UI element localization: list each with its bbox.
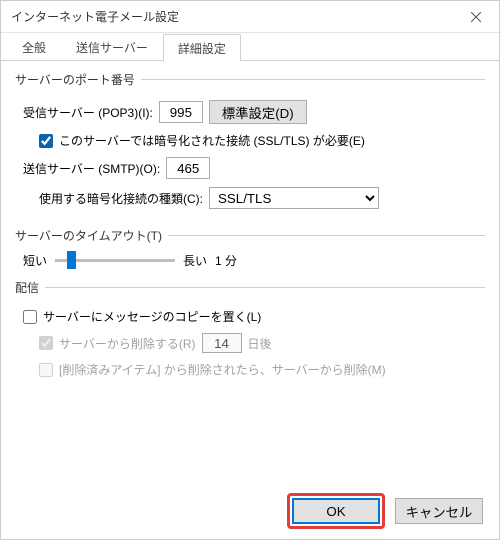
ok-highlight: OK [287,493,385,529]
button-bar: OK キャンセル [1,483,499,539]
dialog-window: インターネット電子メール設定 全般 送信サーバー 詳細設定 サーバーのポート番号… [0,0,500,540]
restore-defaults-button[interactable]: 標準設定(D) [209,100,307,124]
group-server-ports: サーバーのポート番号 受信サーバー (POP3)(I): 標準設定(D) このサ… [15,71,485,217]
group-timeout-legend: サーバーのタイムアウト(T) [15,227,168,244]
group-server-ports-legend: サーバーのポート番号 [15,71,141,88]
incoming-port-label: 受信サーバー (POP3)(I): [23,104,153,121]
window-title: インターネット電子メール設定 [11,8,453,25]
remove-after-checkbox [39,336,53,350]
group-timeout: サーバーのタイムアウト(T) 短い 長い 1 分 [15,227,485,269]
tab-outgoing-server[interactable]: 送信サーバー [61,33,163,60]
leave-copy-checkbox[interactable] [23,310,37,324]
group-delivery-legend: 配信 [15,279,45,296]
close-icon [471,12,481,22]
remove-when-deleted-checkbox [39,363,53,377]
timeout-slider[interactable] [55,259,175,262]
timeout-value: 1 分 [215,252,237,269]
group-delivery: 配信 サーバーにメッセージのコピーを置く(L) サーバーから削除する(R) 日後… [15,279,485,386]
timeout-slider-thumb[interactable] [67,251,76,269]
incoming-port-input[interactable] [159,101,203,123]
remove-after-label: サーバーから削除する(R) [59,335,196,352]
outgoing-port-input[interactable] [166,157,210,179]
cancel-button[interactable]: キャンセル [395,498,483,524]
tab-general[interactable]: 全般 [7,33,61,60]
remove-after-days-suffix: 日後 [248,335,272,352]
timeout-short-label: 短い [23,252,47,269]
leave-copy-label: サーバーにメッセージのコピーを置く(L) [43,308,261,325]
timeout-long-label: 長い [183,252,207,269]
tab-panel-advanced: サーバーのポート番号 受信サーバー (POP3)(I): 標準設定(D) このサ… [1,61,499,483]
tab-advanced[interactable]: 詳細設定 [163,34,241,61]
titlebar: インターネット電子メール設定 [1,1,499,33]
encryption-type-select[interactable]: SSL/TLS [209,187,379,209]
ssl-required-checkbox[interactable] [39,134,53,148]
close-button[interactable] [453,1,499,33]
encryption-type-label: 使用する暗号化接続の種類(C): [39,190,203,207]
remove-after-days-input [202,333,242,353]
remove-when-deleted-label: [削除済みアイテム] から削除されたら、サーバーから削除(M) [59,361,386,378]
ok-button[interactable]: OK [292,498,380,524]
tab-strip: 全般 送信サーバー 詳細設定 [1,33,499,61]
ssl-required-label: このサーバーでは暗号化された接続 (SSL/TLS) が必要(E) [59,132,365,149]
outgoing-port-label: 送信サーバー (SMTP)(O): [23,160,160,177]
